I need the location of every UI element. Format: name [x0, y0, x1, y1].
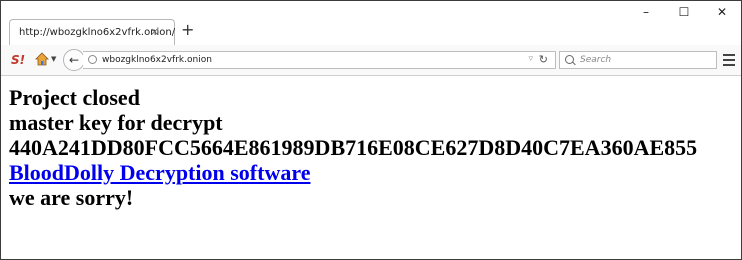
- apology-text: we are sorry!: [9, 185, 134, 210]
- maximize-button[interactable]: ☐: [665, 1, 703, 23]
- master-key-label: master key for decrypt: [9, 110, 223, 135]
- address-bar[interactable]: wbozgklno6x2vfrk.onion ▿ ↻: [83, 51, 556, 69]
- decryption-software-link[interactable]: BloodDolly Decryption software: [9, 160, 310, 185]
- search-bar[interactable]: Search: [559, 51, 717, 69]
- home-icon[interactable]: [35, 52, 49, 66]
- window-controls: – ☐ ✕: [627, 1, 741, 21]
- reload-icon[interactable]: ↻: [539, 53, 548, 66]
- address-text[interactable]: wbozgklno6x2vfrk.onion: [102, 55, 212, 65]
- master-key-value: 440A241DD80FCC5664E861989DB716E08CE627D8…: [9, 135, 698, 160]
- new-tab-button[interactable]: +: [181, 20, 194, 39]
- globe-icon: [88, 55, 97, 64]
- minimize-button[interactable]: –: [627, 1, 665, 23]
- browser-window: http://wbozgklno6x2vfrk.onion/ × + – ☐ ✕…: [0, 0, 742, 260]
- dropdown-icon[interactable]: ▿: [528, 54, 533, 64]
- page-content: Project closed master key for decrypt 44…: [9, 85, 741, 210]
- s-logo-icon[interactable]: S!: [11, 53, 25, 67]
- back-button[interactable]: ←: [63, 49, 85, 71]
- navigation-bar: S! ▼ ← wbozgklno6x2vfrk.onion ▿ ↻ Search: [1, 45, 741, 76]
- home-dropdown-icon[interactable]: ▼: [51, 55, 56, 63]
- heading-project-closed: Project closed: [9, 85, 140, 110]
- browser-tab[interactable]: http://wbozgklno6x2vfrk.onion/ ×: [9, 19, 175, 45]
- tab-close-icon[interactable]: ×: [150, 25, 159, 38]
- back-arrow-icon: ←: [68, 53, 80, 67]
- search-placeholder: Search: [580, 55, 612, 65]
- close-window-button[interactable]: ✕: [703, 1, 741, 23]
- tab-strip: http://wbozgklno6x2vfrk.onion/ × + – ☐ ✕: [1, 1, 741, 46]
- hamburger-menu-icon[interactable]: [723, 54, 735, 66]
- search-icon: [565, 55, 574, 64]
